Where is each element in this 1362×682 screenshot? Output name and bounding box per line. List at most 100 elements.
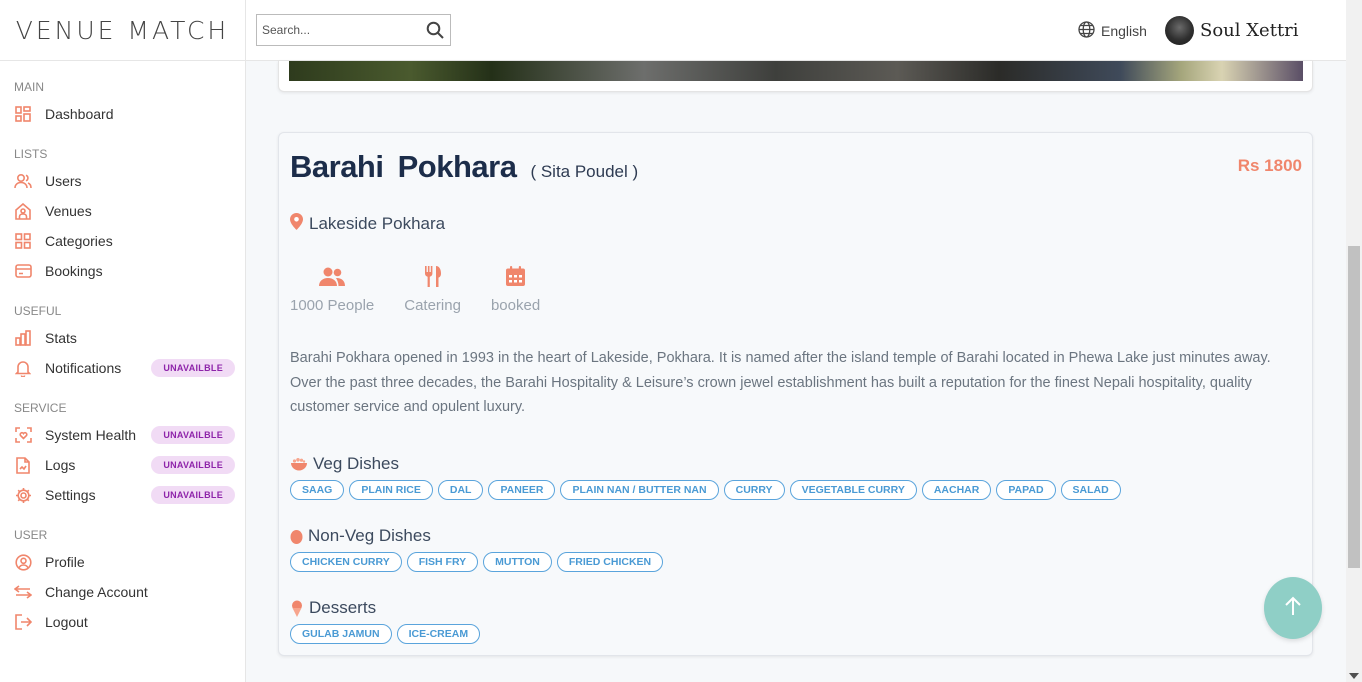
sidebar-item-label: Profile	[45, 554, 85, 570]
scroll-top-button[interactable]	[1264, 577, 1322, 639]
unavailable-badge: UNAVAILBLE	[151, 486, 235, 504]
sidebar-item-label: Bookings	[45, 263, 103, 279]
language-selector[interactable]: English	[1078, 21, 1147, 41]
logout-icon	[14, 613, 32, 631]
feature-catering: Catering	[404, 263, 461, 314]
page-scrollbar[interactable]	[1346, 0, 1362, 682]
ice-cream-icon	[290, 600, 304, 617]
location-pin-icon	[290, 213, 303, 235]
sidebar-item-notifications[interactable]: Notifications UNAVAILBLE	[0, 353, 245, 383]
feature-status: booked	[491, 263, 540, 314]
venue-description: Barahi Pokhara opened in 1993 in the hea…	[290, 350, 1271, 415]
section-service: SERVICE	[14, 401, 67, 415]
dish-chip: CURRY	[723, 480, 785, 500]
rice-bowl-icon	[290, 457, 308, 471]
desserts-group: Desserts GULAB JAMUN ICE-CREAM	[290, 598, 485, 644]
sidebar-item-profile[interactable]: Profile	[0, 547, 245, 577]
venue-price: Rs 1800	[1237, 156, 1302, 175]
sidebar-item-stats[interactable]: Stats	[0, 323, 245, 353]
desserts-title: Desserts	[309, 598, 377, 617]
nonveg-dishes-group: Non-Veg Dishes CHICKEN CURRY FISH FRY MU…	[290, 526, 668, 572]
venue-icon	[14, 202, 32, 220]
app-logo[interactable]: VENUE MATCH	[0, 0, 245, 61]
sidebar-item-label: Categories	[45, 233, 113, 249]
egg-icon	[290, 528, 303, 544]
sidebar-item-label: Stats	[45, 330, 77, 346]
nonveg-dishes-chips: CHICKEN CURRY FISH FRY MUTTON FRIED CHIC…	[290, 552, 668, 572]
search-icon[interactable]	[420, 15, 450, 45]
dish-chip: DAL	[437, 480, 484, 500]
sidebar-item-logout[interactable]: Logout	[0, 607, 245, 637]
utensils-icon	[424, 263, 442, 289]
unavailable-badge: UNAVAILBLE	[151, 426, 235, 444]
status-text: booked	[490, 297, 541, 314]
sidebar-item-label: Change Account	[45, 584, 148, 600]
username: Soul Xettri	[1200, 20, 1299, 41]
veg-dishes-chips: SAAG PLAIN RICE DAL PANEER PLAIN NAN / B…	[290, 480, 1126, 500]
dish-chip: FRIED CHICKEN	[556, 552, 664, 572]
sidebar-item-categories[interactable]: Categories	[0, 226, 245, 256]
venue-features: 1000 People Catering booked	[290, 263, 570, 314]
capacity-text: 1000 People	[290, 297, 375, 314]
catering-text: Catering	[404, 297, 461, 314]
unavailable-badge: UNAVAILBLE	[151, 456, 235, 474]
profile-icon	[14, 553, 32, 571]
venue-card: Barahi Pokhara ( Sita Poudel ) Rs 1800 L…	[278, 132, 1313, 656]
section-user: USER	[14, 528, 48, 542]
gear-icon	[14, 486, 32, 504]
nonveg-dishes-heading: Non-Veg Dishes	[290, 526, 668, 546]
sidebar-item-change-account[interactable]: Change Account	[0, 577, 245, 607]
sidebar-item-system-health[interactable]: System Health UNAVAILBLE	[0, 420, 245, 450]
veg-dishes-title: Veg Dishes	[313, 454, 399, 473]
dish-chip: AACHAR	[921, 480, 992, 500]
sidebar-item-logs[interactable]: Logs UNAVAILBLE	[0, 450, 245, 480]
unavailable-badge: UNAVAILBLE	[151, 359, 235, 377]
dish-chip: PLAIN NAN / BUTTER NAN	[560, 480, 719, 500]
dish-chip: GULAB JAMUN	[290, 624, 392, 644]
sidebar-item-settings[interactable]: Settings UNAVAILBLE	[0, 480, 245, 510]
language-label: English	[1101, 23, 1147, 39]
sidebar-item-label: Notifications	[45, 360, 122, 376]
feature-capacity: 1000 People	[290, 263, 374, 314]
user-menu[interactable]: Soul Xettri	[1165, 16, 1299, 45]
bar-chart-icon	[14, 329, 32, 347]
topbar: English Soul Xettri	[246, 0, 1346, 61]
sidebar-item-dashboard[interactable]: Dashboard	[0, 99, 245, 129]
nonveg-dishes-title: Non-Veg Dishes	[308, 526, 431, 545]
health-scan-icon	[14, 426, 32, 444]
swap-icon	[14, 583, 32, 601]
dish-chip: PLAIN RICE	[349, 480, 433, 500]
sidebar-item-users[interactable]: Users	[0, 166, 245, 196]
arrow-up-icon	[1284, 596, 1302, 621]
sidebar-item-label: Settings	[45, 487, 96, 503]
sidebar-item-venues[interactable]: Venues	[0, 196, 245, 226]
veg-dishes-group: Veg Dishes SAAG PLAIN RICE DAL PANEER PL…	[290, 454, 1126, 500]
sidebar: VENUE MATCH MAIN Dashboard LISTS Users V…	[0, 0, 246, 682]
globe-icon	[1078, 21, 1095, 41]
sidebar-nav: MAIN Dashboard LISTS Users Venues Catego…	[0, 61, 245, 637]
venue-name: Barahi Pokhara	[290, 149, 517, 184]
search-box	[256, 14, 451, 46]
venue-location: Lakeside Pokhara	[290, 213, 445, 235]
card-icon	[14, 262, 32, 280]
venue-image	[289, 61, 1303, 81]
sidebar-item-label: Users	[45, 173, 82, 189]
scroll-down-arrow-icon[interactable]	[1349, 673, 1359, 679]
venue-title-row: Barahi Pokhara ( Sita Poudel )	[290, 149, 638, 185]
section-lists: LISTS	[14, 147, 48, 161]
dish-chip: MUTTON	[483, 552, 552, 572]
users-icon	[14, 172, 32, 190]
calendar-icon	[506, 263, 526, 289]
dish-chip: FISH FRY	[406, 552, 479, 572]
venue-owner: ( Sita Poudel )	[530, 162, 639, 181]
sidebar-item-bookings[interactable]: Bookings	[0, 256, 245, 286]
sidebar-item-label: Dashboard	[45, 106, 114, 122]
scrollbar-thumb[interactable]	[1348, 246, 1360, 568]
search-input[interactable]	[257, 15, 420, 45]
people-icon	[319, 263, 346, 289]
app-root: VENUE MATCH MAIN Dashboard LISTS Users V…	[0, 0, 1362, 682]
dish-chip: PANEER	[488, 480, 556, 500]
veg-dishes-heading: Veg Dishes	[290, 454, 1126, 474]
venue-image-card	[278, 61, 1313, 92]
sidebar-item-label: Logs	[45, 457, 76, 473]
